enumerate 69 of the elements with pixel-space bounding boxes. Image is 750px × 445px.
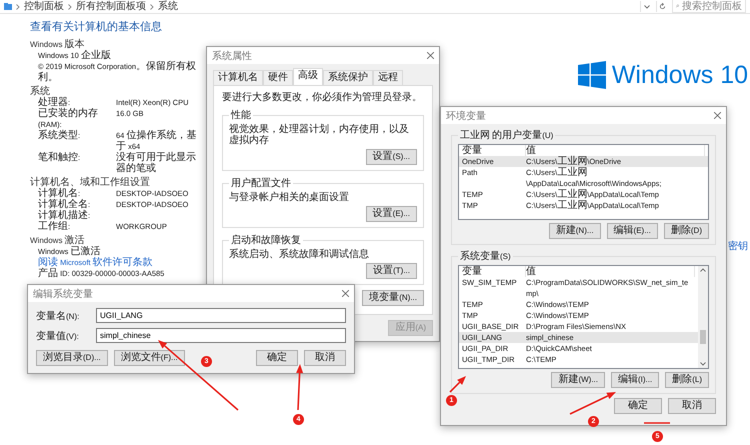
settings-button[interactable]: 设置(T)... <box>366 263 417 279</box>
scroll-thumb[interactable] <box>700 330 706 344</box>
section-heading: 系统 <box>30 86 51 97</box>
dialog-button[interactable]: 取消 <box>304 350 346 366</box>
admin-notice: 要进行大多数更改，你必须作为管理员登录。 <box>222 92 423 103</box>
tab[interactable]: 高级 <box>293 68 323 85</box>
tab[interactable]: 远程 <box>373 70 403 85</box>
browse-button[interactable]: 浏览目录(D)... <box>36 350 108 366</box>
refresh-icon[interactable] <box>656 1 668 12</box>
window-title: 系统属性 <box>212 50 252 62</box>
input-field[interactable]: simpl_chinese <box>96 328 346 343</box>
info-value: 没有可用于此显示器的笔或 <box>116 152 197 174</box>
close-icon[interactable] <box>342 290 349 297</box>
list-action-button[interactable]: 删除(L) <box>665 372 709 388</box>
product-key-link[interactable]: 密钥 <box>728 241 748 252</box>
group-title: 用户配置文件 <box>230 176 292 190</box>
settings-button[interactable]: 设置(S)... <box>366 149 417 165</box>
folder-icon <box>4 3 12 10</box>
close-icon[interactable] <box>714 112 721 119</box>
dropdown-icon[interactable] <box>640 1 652 12</box>
settings-button[interactable]: 设置(E)... <box>366 206 417 222</box>
chevron-right-icon <box>150 4 154 10</box>
section-heading: Windows 版本 <box>30 39 86 50</box>
list-action-button[interactable]: 删除(D) <box>664 223 709 239</box>
group-title: 性能 <box>230 108 252 122</box>
scroll-down-icon[interactable] <box>700 362 706 366</box>
field-label: 变量名(N): <box>36 310 80 322</box>
breadcrumb-item[interactable]: 所有控制面板项 <box>76 1 146 12</box>
dialog-button[interactable]: 取消 <box>668 398 716 414</box>
tab[interactable]: 硬件 <box>263 70 293 85</box>
underline-mark <box>644 422 670 424</box>
group-description: 与登录帐户相关的桌面设置 <box>229 192 350 203</box>
dialog-button[interactable]: 确定 <box>256 350 298 366</box>
field-label: 变量值(V): <box>36 330 80 342</box>
windows-logo-icon <box>578 61 606 89</box>
page-title: 查看有关计算机的基本信息 <box>30 20 163 34</box>
breadcrumb-item[interactable]: 系统 <box>158 1 178 12</box>
tab[interactable]: 系统保护 <box>323 70 373 85</box>
group-title: 工业网 的用户变量(U) <box>459 128 554 142</box>
group-title: 启动和故障恢复 <box>230 234 302 247</box>
search-field[interactable]: 搜索控制面板 <box>672 0 746 13</box>
window-title: 编辑系统变量 <box>33 288 93 300</box>
column-header[interactable]: 值 <box>526 266 695 277</box>
group-title: 系统变量(S) <box>459 250 512 263</box>
chevron-right-icon <box>16 4 20 10</box>
chevron-right-icon <box>68 4 72 10</box>
window-title: 环境变量 <box>446 110 486 122</box>
group-description: 系统启动、系统故障和调试信息 <box>229 249 370 260</box>
section-heading: 计算机名、域和工作组设置 <box>30 177 151 188</box>
section-heading: Windows 激活 <box>30 235 86 246</box>
annotation-arrow <box>296 364 304 410</box>
group-description: 视觉效果，处理器计划，内存使用，以及虚拟内存 <box>229 124 410 146</box>
list-action-button[interactable]: 新建(W)... <box>551 372 605 388</box>
input-field[interactable]: UGII_LANG <box>96 308 346 323</box>
close-icon[interactable] <box>427 52 434 59</box>
variable-list[interactable] <box>458 265 709 369</box>
browse-button[interactable]: 浏览文件(F)... <box>114 350 185 366</box>
tab[interactable]: 计算机名 <box>213 70 263 85</box>
list-action-button[interactable]: 编辑(I)... <box>611 372 660 388</box>
list-action-button[interactable]: 新建(N)... <box>548 223 601 239</box>
scroll-up-icon[interactable] <box>700 268 706 272</box>
scrollbar[interactable] <box>698 266 708 368</box>
annotation-arrow <box>449 376 466 393</box>
environment-variables-button[interactable]: 境变量(N)... <box>362 290 424 306</box>
breadcrumb-item[interactable]: 控制面板 <box>24 1 64 12</box>
annotation-arrow <box>570 392 616 415</box>
list-action-button[interactable]: 编辑(E)... <box>606 223 658 239</box>
dialog-button[interactable]: 确定 <box>614 398 662 414</box>
windows-logo-text: Windows 10 <box>612 62 748 88</box>
